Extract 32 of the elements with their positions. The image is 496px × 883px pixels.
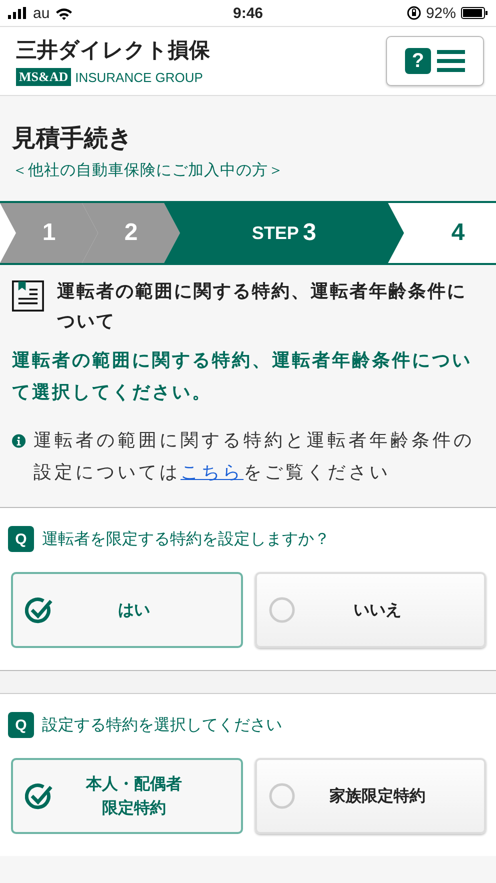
- question-text: 設定する特約を選択してください: [42, 714, 282, 736]
- battery-percent: 92%: [426, 4, 456, 22]
- wifi-icon: [54, 6, 73, 20]
- radio-icon: [268, 597, 294, 623]
- option-button[interactable]: 家族限定特約: [254, 758, 486, 834]
- question-badge: Q: [8, 526, 34, 552]
- page-subtitle: ＜他社の自動車保険にご加入中の方＞: [12, 160, 285, 181]
- checked-icon: [25, 597, 53, 625]
- group-name: INSURANCE GROUP: [75, 70, 203, 84]
- signal-icon: [8, 7, 28, 19]
- radio-icon: [268, 783, 294, 809]
- question-text: 運転者を限定する特約を設定しますか？: [42, 528, 330, 550]
- help-menu-button[interactable]: ?: [386, 36, 484, 86]
- group-badge: MS&AD: [16, 68, 72, 86]
- section-heading: 運転者の範囲に関する特約、運転者年齢条件について: [56, 280, 468, 334]
- carrier: au: [33, 4, 50, 22]
- rotation-lock-icon: [406, 6, 421, 20]
- instruction-text: 運転者の範囲に関する特約、運転者年齢条件について選択してください。: [12, 349, 473, 405]
- brand-logo: 三井ダイレクト損保: [16, 37, 210, 64]
- clock: 9:46: [232, 4, 264, 22]
- step-indicator: STEP 3: [164, 203, 404, 263]
- checked-icon: [25, 783, 53, 811]
- option-button[interactable]: いいえ: [254, 572, 486, 648]
- document-icon: [12, 279, 45, 313]
- page-title: 見積手続き: [12, 123, 134, 154]
- battery-icon: [461, 7, 488, 19]
- option-button[interactable]: はい: [11, 572, 242, 648]
- details-link[interactable]: こちら: [180, 462, 244, 483]
- option-button[interactable]: 本人・配偶者限定特約: [11, 758, 242, 834]
- info-text: 運転者の範囲に関する特約と運転者年齢条件の設定については こちら をご覧ください: [34, 429, 476, 485]
- question-badge: Q: [8, 712, 34, 738]
- menu-icon: [437, 50, 465, 72]
